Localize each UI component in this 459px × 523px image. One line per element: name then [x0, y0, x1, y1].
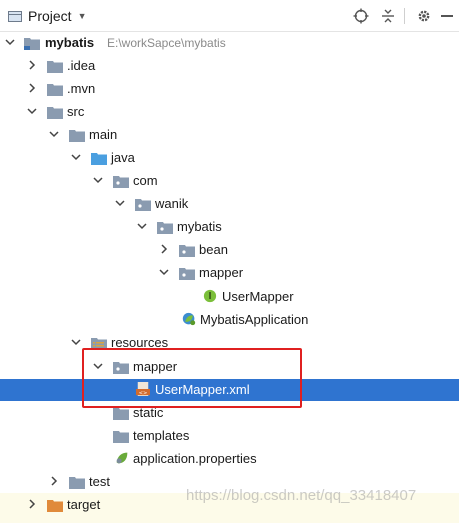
- project-view-selector[interactable]: Project ▼: [8, 7, 87, 25]
- package-icon: [135, 199, 151, 211]
- tree-item-src[interactable]: src: [0, 101, 459, 123]
- folder-icon: [113, 408, 129, 420]
- chevron-right-icon[interactable]: [27, 494, 39, 516]
- tree-item-label: wanik: [155, 196, 189, 211]
- target-icon[interactable]: [351, 6, 371, 26]
- tree-item-static[interactable]: static: [0, 402, 459, 424]
- chevron-down-icon[interactable]: [5, 32, 17, 54]
- chevron-down-icon[interactable]: [93, 170, 105, 192]
- chevron-down-icon[interactable]: [71, 332, 83, 354]
- tree-item-resources-mapper[interactable]: mapper: [0, 356, 459, 378]
- project-view-icon: [8, 10, 22, 22]
- tree-item-resources[interactable]: resources: [0, 332, 459, 354]
- folder-icon: [47, 61, 63, 73]
- tree-item-mvn[interactable]: .mvn: [0, 78, 459, 100]
- package-icon: [157, 222, 173, 234]
- package-icon: [179, 245, 195, 257]
- tree-item-usermapper-xml[interactable]: <> UserMapper.xml: [0, 379, 459, 401]
- package-icon: [113, 176, 129, 188]
- tree-item-main[interactable]: main: [0, 124, 459, 146]
- tree-item-label: mybatis: [45, 35, 95, 50]
- chevron-down-icon[interactable]: [159, 262, 171, 284]
- collapse-icon[interactable]: [378, 6, 398, 26]
- tree-item-label: .idea: [67, 58, 96, 73]
- tree-item-label: UserMapper.xml: [155, 382, 250, 397]
- tree-item-com[interactable]: com: [0, 170, 459, 192]
- tree-item-label: com: [133, 173, 158, 188]
- module-path: E:\workSapce\mybatis: [107, 36, 226, 50]
- tree-item-label: target: [67, 497, 101, 512]
- tree-item-label: application.properties: [133, 451, 257, 466]
- chevron-right-icon[interactable]: [49, 471, 61, 493]
- chevron-down-icon[interactable]: [71, 147, 83, 169]
- tree-item-label: src: [67, 104, 85, 119]
- tree-item-label: mapper: [199, 265, 244, 280]
- chevron-right-icon[interactable]: [27, 78, 39, 100]
- spring-boot-class-icon: [182, 312, 196, 326]
- toolbar-separator: [404, 8, 405, 24]
- module-folder-icon: [24, 38, 40, 50]
- folder-icon: [47, 84, 63, 96]
- tree-item-label: UserMapper: [222, 289, 294, 304]
- tree-item-mybatis-package[interactable]: mybatis: [0, 216, 459, 238]
- tree-item-mybatis-root[interactable]: mybatis E:\workSapce\mybatis: [0, 32, 459, 54]
- tree-item-label: mybatis: [177, 219, 222, 234]
- interface-badge: I: [208, 291, 212, 302]
- xml-file-icon: <>: [136, 382, 150, 396]
- folder-icon: [69, 477, 85, 489]
- hide-icon[interactable]: [437, 6, 457, 26]
- chevron-down-icon[interactable]: [49, 124, 61, 146]
- tree-item-label: mapper: [133, 359, 178, 374]
- resource-folder-icon: [91, 338, 107, 350]
- chevron-down-icon[interactable]: [93, 356, 105, 378]
- project-view-title: Project: [28, 8, 72, 24]
- tree-item-label: MybatisApplication: [200, 312, 309, 327]
- tree-item-java[interactable]: java: [0, 147, 459, 169]
- tree-item-templates[interactable]: templates: [0, 425, 459, 447]
- tree-item-bean[interactable]: bean: [0, 239, 459, 261]
- tree-item-mapper-package[interactable]: mapper: [0, 262, 459, 284]
- excluded-folder-icon: [47, 500, 63, 512]
- chevron-right-icon[interactable]: [27, 55, 39, 77]
- tree-item-label: templates: [133, 428, 190, 443]
- chevron-down-icon[interactable]: [137, 216, 149, 238]
- tree-item-idea[interactable]: .idea: [0, 55, 459, 77]
- tree-item-wanik[interactable]: wanik: [0, 193, 459, 215]
- gear-icon[interactable]: [414, 6, 434, 26]
- triangle-down-icon[interactable]: ▼: [78, 11, 87, 21]
- chevron-right-icon[interactable]: [159, 239, 171, 261]
- svg-text:<>: <>: [139, 390, 148, 396]
- chevron-down-icon[interactable]: [115, 193, 127, 215]
- tree-item-usermapper[interactable]: I UserMapper: [0, 286, 459, 308]
- spring-properties-icon: [116, 452, 128, 464]
- project-tool-window-header: Project ▼: [0, 0, 459, 32]
- watermark: https://blog.csdn.net/qq_33418407: [186, 487, 417, 504]
- folder-icon: [47, 107, 63, 119]
- tree-item-label: java: [111, 150, 135, 165]
- tree-item-label: resources: [111, 335, 169, 350]
- tree-item-label: bean: [199, 242, 228, 257]
- folder-icon: [113, 431, 129, 443]
- tree-item-mybatis-application[interactable]: MybatisApplication: [0, 309, 459, 331]
- chevron-down-icon[interactable]: [27, 101, 39, 123]
- tree-item-label: static: [133, 405, 164, 420]
- package-icon: [179, 268, 195, 280]
- source-folder-icon: [91, 153, 107, 165]
- tree-item-application-properties[interactable]: application.properties: [0, 448, 459, 470]
- tree-item-label: .mvn: [67, 81, 96, 96]
- tree-item-label: test: [89, 474, 110, 489]
- tree-item-label: main: [89, 127, 118, 142]
- folder-icon: [69, 130, 85, 142]
- folder-icon: [113, 362, 129, 374]
